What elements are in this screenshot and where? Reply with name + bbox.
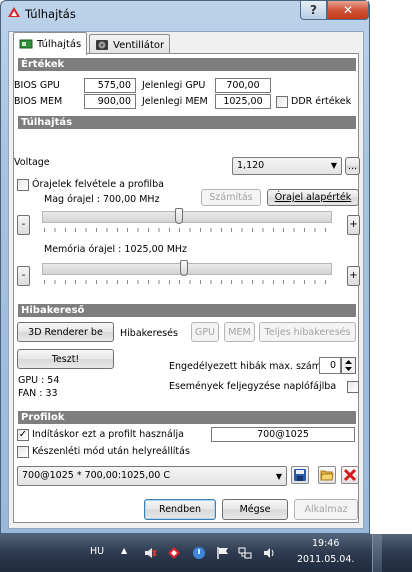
max-errors-field[interactable]: 0 (319, 357, 341, 374)
test-button[interactable]: Teszt! (17, 349, 114, 369)
log-label: Események feljegyzése naplófájlba (169, 381, 337, 392)
voltage-select[interactable]: 1,120 ▼ (232, 157, 342, 175)
close-button[interactable]: ✕ (327, 1, 369, 20)
profile-select-value: 700@1025 * 700,00:1025,00 C (22, 470, 170, 481)
debug-label: Hibakeresés (120, 328, 178, 339)
full-debug-button[interactable]: Teljes hibakeresés (259, 322, 356, 342)
gpu-stat: GPU : 54 (18, 375, 60, 386)
ddr-checkbox[interactable] (276, 96, 288, 108)
tab-tulhajtas[interactable]: Túlhajtás (13, 32, 88, 55)
load-profile-button[interactable] (318, 466, 336, 484)
core-slider-ticks (44, 228, 332, 232)
voltage-value: 1,120 (237, 160, 265, 171)
save-disk-icon (294, 469, 306, 481)
memory-clock-label: Memória órajel : 1025,00 MHz (44, 244, 188, 255)
core-clock-slider[interactable] (42, 211, 332, 223)
tab-label: Túlhajtás (37, 38, 82, 50)
max-errors-label: Engedélyezett hibák max. száma (169, 361, 327, 372)
save-profile-button[interactable] (291, 466, 309, 484)
language-indicator[interactable]: HU (90, 546, 104, 557)
graphics-card-icon (19, 39, 33, 49)
taskbar (0, 534, 412, 572)
fan-icon (96, 40, 108, 50)
bios-mem-field: 900,00 (84, 94, 136, 109)
tray-expand-icon[interactable]: ▲ (121, 546, 127, 555)
delete-profile-button[interactable] (341, 466, 359, 484)
startup-profile-label: Indításkor ezt a profilt használja (32, 429, 184, 440)
delete-x-icon (343, 468, 357, 482)
section-tulhajtas-heading: Túlhajtás (18, 116, 356, 129)
core-minus-button[interactable]: - (17, 215, 30, 235)
section-ertekek-heading: Értékek (18, 58, 356, 71)
speaker-icon[interactable] (143, 546, 157, 560)
dialog-client-area: Túlhajtás Ventillátor Értékek BIOS GPU 5… (8, 31, 364, 529)
bios-gpu-field: 575,00 (84, 78, 136, 93)
mem-plus-button[interactable]: + (347, 266, 360, 286)
window-title: Túlhajtás (25, 7, 76, 21)
core-slider-thumb[interactable] (174, 208, 183, 224)
cancel-button[interactable]: Mégse (222, 499, 288, 520)
ddr-label: DDR értékek (291, 96, 352, 107)
calculate-button[interactable]: Számítás (201, 189, 261, 206)
help-button[interactable]: ? (300, 1, 327, 20)
restore-label: Készenléti mód után helyreállítás (32, 446, 190, 457)
tab-panel: Értékek BIOS GPU 575,00 BIOS MEM 900,00 … (13, 53, 360, 523)
current-gpu-label: Jelenlegi GPU (142, 80, 206, 91)
flag-icon[interactable] (216, 546, 230, 560)
chevron-down-icon: ▼ (275, 472, 282, 481)
current-gpu-field: 700,00 (215, 78, 271, 93)
max-errors-spinner[interactable] (341, 357, 356, 374)
tab-label: Ventillátor (113, 39, 165, 51)
bios-mem-label: BIOS MEM (14, 96, 63, 107)
tab-ventillator[interactable]: Ventillátor (89, 34, 171, 55)
fan-stat: FAN : 33 (18, 388, 58, 399)
volume-icon[interactable] (262, 546, 276, 560)
network-icon[interactable] (238, 546, 252, 560)
spinner-arrows-icon (345, 360, 352, 371)
clock-date[interactable]: 2011.05.04. (297, 554, 354, 565)
record-clocks-checkbox[interactable] (17, 179, 29, 191)
bios-gpu-label: BIOS GPU (14, 80, 60, 91)
open-folder-icon (320, 470, 334, 481)
record-clocks-label: Órajelek felvétele a profilba (32, 179, 164, 190)
ok-button[interactable]: Rendben (144, 499, 216, 520)
core-plus-button[interactable]: + (347, 215, 360, 235)
current-mem-label: Jelenlegi MEM (142, 96, 208, 107)
default-clock-button[interactable]: Órajel alapérték (267, 189, 359, 206)
voltage-label: Voltage (14, 157, 50, 168)
current-mem-field: 1025,00 (215, 94, 271, 109)
voltage-more-button[interactable]: ... (345, 157, 360, 175)
renderer-button[interactable]: 3D Renderer be (17, 322, 114, 342)
dialog-window: Túlhajtás ? ✕ Túlhajtás Ventillátor Érté… (0, 0, 370, 534)
log-checkbox[interactable] (347, 381, 359, 393)
mem-slider-thumb[interactable] (180, 260, 189, 276)
debug-gpu-button[interactable]: GPU (191, 322, 219, 342)
restore-checkbox[interactable] (17, 446, 29, 458)
startup-profile-field[interactable]: 700@1025 (211, 427, 355, 442)
apply-button[interactable]: Alkalmaz (294, 499, 358, 520)
power-icon[interactable] (192, 546, 206, 560)
app-logo-icon (8, 7, 20, 17)
chevron-down-icon: ▼ (330, 161, 337, 170)
profile-select[interactable]: 700@1025 * 700,00:1025,00 C ▼ (17, 466, 287, 486)
section-hibakereso-heading: Hibakereső (18, 304, 356, 317)
show-desktop-button[interactable] (372, 534, 382, 572)
desktop-background (370, 0, 412, 534)
clock-time[interactable]: 19:46 (312, 538, 339, 549)
section-profilok-heading: Profilok (18, 411, 356, 424)
startup-profile-checkbox[interactable]: ✓ (17, 429, 29, 441)
mem-minus-button[interactable]: - (17, 266, 30, 286)
core-clock-label: Mag órajel : 700,00 MHz (44, 194, 160, 205)
overdrive-tray-icon[interactable] (167, 546, 181, 560)
debug-mem-button[interactable]: MEM (224, 322, 255, 342)
mem-slider-ticks (44, 280, 332, 284)
